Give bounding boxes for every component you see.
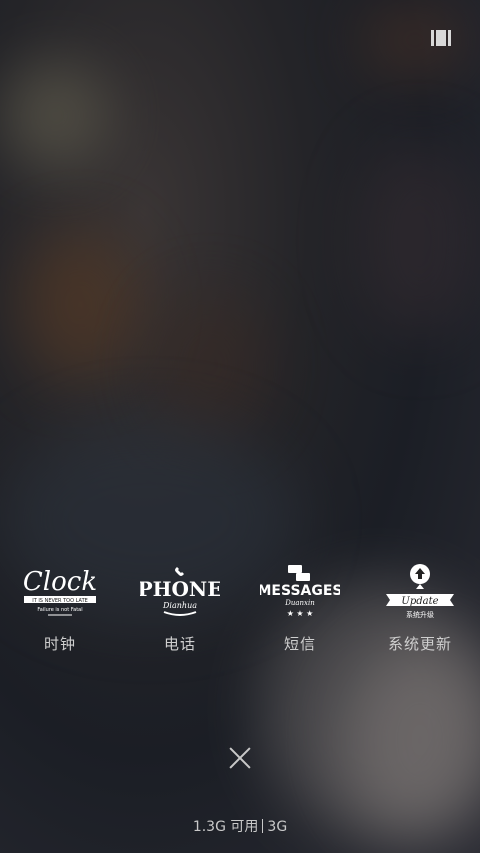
recent-apps-dock: Clock IT IS NEVER TOO LATE Failure is no…: [0, 555, 480, 654]
messages-logo-title: MESSAGES: [260, 583, 340, 599]
clock-logo-line1: IT IS NEVER TOO LATE: [32, 598, 88, 604]
app-label-update: 系统更新: [387, 635, 452, 653]
app-phone[interactable]: PHONE Dianhua 电话: [125, 555, 235, 654]
network-type: 3G: [267, 819, 288, 835]
phone-logo-title: PHONE: [140, 577, 220, 601]
app-label-clock: 时钟: [43, 635, 76, 653]
phone-logo-sub: Dianhua: [162, 601, 197, 610]
status-bar: 1.3G 可用 3G: [0, 816, 480, 836]
messages-stars-icon: ★ ★ ★: [287, 609, 314, 618]
status-divider: [262, 819, 264, 833]
app-clock[interactable]: Clock IT IS NEVER TOO LATE Failure is no…: [5, 555, 115, 654]
close-icon[interactable]: [226, 744, 254, 772]
card-switch-icon[interactable]: [431, 30, 451, 46]
update-logo-title: Update: [401, 596, 438, 607]
clock-logo-line2: Failure is not Fatal: [37, 607, 82, 613]
update-logo-sub: 系统升级: [406, 610, 434, 619]
phone-logo: PHONE Dianhua: [125, 555, 235, 625]
memory-available: 1.3G 可用: [192, 819, 259, 835]
app-label-phone: 电话: [163, 635, 196, 653]
phone-handset-icon: [175, 567, 184, 576]
clock-logo-title: Clock: [23, 567, 97, 597]
messages-logo: MESSAGES Duanxin ★ ★ ★: [245, 555, 355, 625]
app-update[interactable]: Update 系统升级 系统更新: [365, 555, 475, 654]
chat-bubbles-icon: [288, 565, 310, 581]
app-label-messages: 短信: [283, 635, 316, 653]
clock-logo: Clock IT IS NEVER TOO LATE Failure is no…: [5, 555, 115, 625]
app-messages[interactable]: MESSAGES Duanxin ★ ★ ★ 短信: [245, 555, 355, 654]
update-logo: Update 系统升级: [365, 555, 475, 625]
messages-logo-sub: Duanxin: [284, 599, 315, 607]
upload-arrow-icon: [410, 564, 430, 589]
